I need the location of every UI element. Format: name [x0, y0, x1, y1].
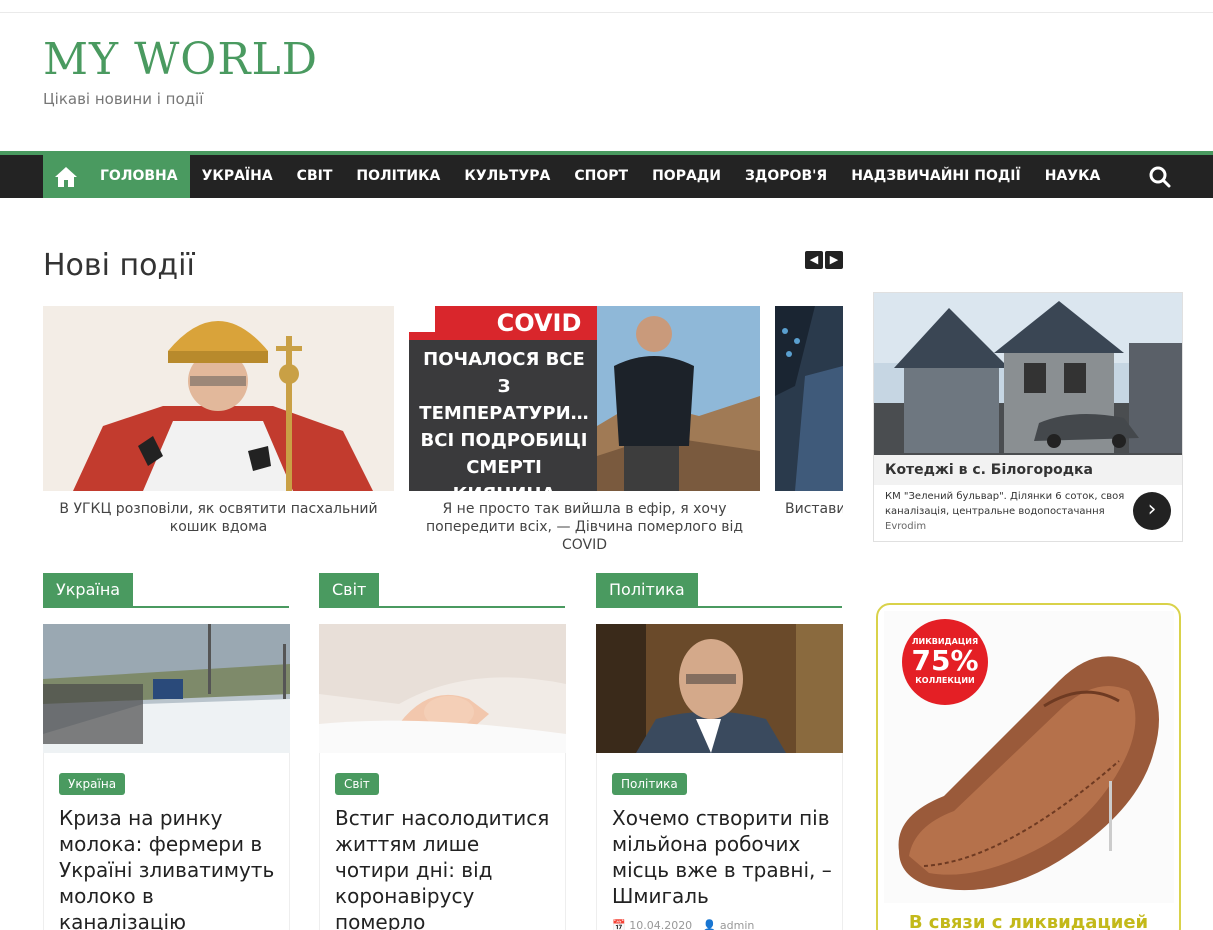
- article-card: Україна Криза на ринку молока: фермери в…: [43, 753, 290, 930]
- ad-title[interactable]: Котеджі в с. Білогородка: [874, 455, 1182, 485]
- category-badge[interactable]: Політика: [612, 773, 687, 795]
- ad-text: КМ "Зелений бульвар". Ділянки 6 соток, с…: [885, 491, 1125, 517]
- featured-section-title: Нові події: [43, 248, 195, 283]
- nav-item-home[interactable]: ГОЛОВНА: [88, 155, 190, 198]
- user-icon: 👤: [702, 919, 717, 930]
- slide-caption[interactable]: Вистави: [785, 500, 843, 518]
- site-title[interactable]: MY WORLD: [43, 32, 318, 88]
- article-image[interactable]: [43, 624, 290, 753]
- article-title[interactable]: Хочемо створити пів мільйона робочих міс…: [612, 805, 832, 909]
- nav-item-science[interactable]: НАУКА: [1033, 155, 1113, 198]
- category-tab[interactable]: Україна: [43, 573, 134, 608]
- slider-next-button[interactable]: ▶: [825, 251, 843, 269]
- article-title[interactable]: Встиг насолодитися життям лише чотири дн…: [335, 805, 555, 930]
- nav-item-tips[interactable]: ПОРАДИ: [640, 155, 733, 198]
- category-badge[interactable]: Світ: [335, 773, 379, 795]
- nav-item-health[interactable]: ЗДОРОВ'Я: [733, 155, 839, 198]
- slide-image[interactable]: [775, 306, 843, 491]
- slide-caption[interactable]: В УГКЦ розповіли, як освятити пасхальний…: [53, 500, 384, 536]
- slide-image[interactable]: [43, 306, 394, 491]
- slide-caption[interactable]: Я не просто так вийшла в ефір, я хочу по…: [419, 500, 750, 554]
- category-divider: [596, 606, 842, 608]
- nav-item-world[interactable]: СВІТ: [285, 155, 345, 198]
- nav-item-ukraine[interactable]: УКРАЇНА: [190, 155, 285, 198]
- slider-prev-button[interactable]: ◀: [805, 251, 823, 269]
- ad-image[interactable]: [874, 293, 1182, 455]
- article-title[interactable]: Криза на ринку молока: фермери в Україні…: [59, 805, 279, 930]
- article-author[interactable]: admin: [720, 919, 754, 930]
- category-badge[interactable]: Україна: [59, 773, 126, 795]
- article-date[interactable]: 10.04.2020: [629, 919, 692, 930]
- search-button[interactable]: [1148, 165, 1172, 189]
- ad-open-button[interactable]: ›: [1133, 492, 1171, 530]
- slide-image-headline: ПОЧАЛОСЯ ВСЕ З ТЕМПЕРАТУРИ… ВСІ ПОДРОБИЦ…: [419, 349, 589, 491]
- slide-image[interactable]: COVID ПОЧАЛОСЯ ВСЕ З ТЕМПЕРАТУРИ… ВСІ ПО…: [409, 306, 760, 491]
- chevron-right-icon: ›: [1147, 497, 1157, 522]
- category-tab[interactable]: Світ: [319, 573, 380, 608]
- article-card: Світ Встиг насолодитися життям лише чоти…: [319, 753, 566, 930]
- article-image[interactable]: [596, 624, 843, 753]
- slider-controls: ◀ ▶: [805, 251, 843, 269]
- sidebar-ad-cottages[interactable]: Котеджі в с. Білогородка КМ "Зелений бул…: [873, 292, 1183, 542]
- ad-source: Evrodim: [885, 521, 927, 532]
- home-icon: [54, 166, 77, 187]
- nav-item-sport[interactable]: СПОРТ: [562, 155, 640, 198]
- category-tab[interactable]: Політика: [596, 573, 698, 608]
- sale-badge-value: 75%: [911, 644, 979, 677]
- nav-item-politics[interactable]: ПОЛІТИКА: [344, 155, 452, 198]
- article-meta: 📅 10.04.2020 👤 admin: [612, 919, 754, 930]
- slide-item[interactable]: Вистави: [775, 306, 843, 526]
- category-divider: [43, 606, 289, 608]
- site-description: Цікаві новини і події: [43, 90, 204, 108]
- article-image[interactable]: [319, 624, 566, 753]
- article-card: Політика Хочемо створити пів мільйона ро…: [596, 753, 843, 930]
- sidebar-ad-shoes[interactable]: ЛИКВИДАЦИЯ 75% КОЛЛЕКЦИИ В связи с ликви…: [876, 603, 1181, 930]
- top-divider: [0, 12, 1213, 13]
- calendar-icon: 📅: [612, 919, 626, 930]
- nav-item-emergencies[interactable]: НАДЗВИЧАЙНІ ПОДІЇ: [839, 155, 1033, 198]
- category-divider: [319, 606, 565, 608]
- search-icon: [1149, 166, 1171, 188]
- ad-image[interactable]: ЛИКВИДАЦИЯ 75% КОЛЛЕКЦИИ: [884, 611, 1174, 903]
- main-nav: ГОЛОВНА УКРАЇНА СВІТ ПОЛІТИКА КУЛЬТУРА С…: [0, 155, 1213, 198]
- sale-badge-bottom: КОЛЛЕКЦИИ: [915, 676, 975, 685]
- nav-item-culture[interactable]: КУЛЬТУРА: [452, 155, 562, 198]
- home-button[interactable]: [43, 155, 88, 198]
- sale-badge: ЛИКВИДАЦИЯ 75% КОЛЛЕКЦИИ: [902, 619, 988, 705]
- slide-image-tag: COVID: [496, 309, 582, 337]
- ad-text[interactable]: В связи с ликвидацией склада: [878, 912, 1179, 930]
